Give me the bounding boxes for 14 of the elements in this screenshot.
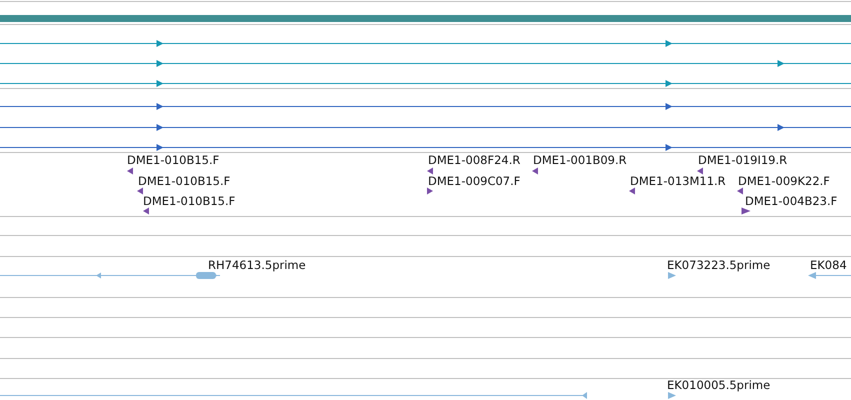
feature-label: DME1-019I19.R: [698, 153, 788, 167]
feature-label: DME1-001B09.R: [533, 153, 627, 167]
feature-label: DME1-013M11.R: [630, 174, 726, 188]
feature-label: DME1-008F24.R: [428, 153, 520, 167]
feature-label: DME1-010B15.F: [143, 194, 236, 208]
feature-label: DME1-009K22.F: [738, 174, 830, 188]
feature-label: RH74613.5prime: [208, 258, 306, 272]
feature-label: DME1-004B23.F: [745, 194, 838, 208]
feature-label: EK010005.5prime: [667, 378, 770, 392]
feature-label: DME1-010B15.F: [138, 174, 230, 188]
feature-label: DME1-009C07.F: [428, 174, 520, 188]
feature-label: EK084: [810, 258, 847, 272]
feature-label: DME1-010B15.F: [127, 153, 220, 167]
feature-label: EK073223.5prime: [667, 258, 770, 272]
